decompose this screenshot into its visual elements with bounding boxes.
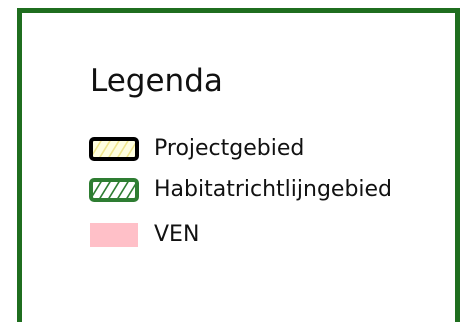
legend-label-habitatrichtlijngebied: Habitatrichtlijngebied <box>154 177 393 202</box>
legend-title: Legenda <box>90 63 223 99</box>
habitatrichtlijngebied-swatch-icon <box>88 177 140 203</box>
projectgebied-swatch-icon <box>88 136 140 162</box>
legend-label-projectgebied: Projectgebied <box>154 136 305 161</box>
ven-swatch-icon <box>88 222 140 248</box>
legend-frame <box>17 8 460 322</box>
legend-label-ven: VEN <box>154 222 200 247</box>
